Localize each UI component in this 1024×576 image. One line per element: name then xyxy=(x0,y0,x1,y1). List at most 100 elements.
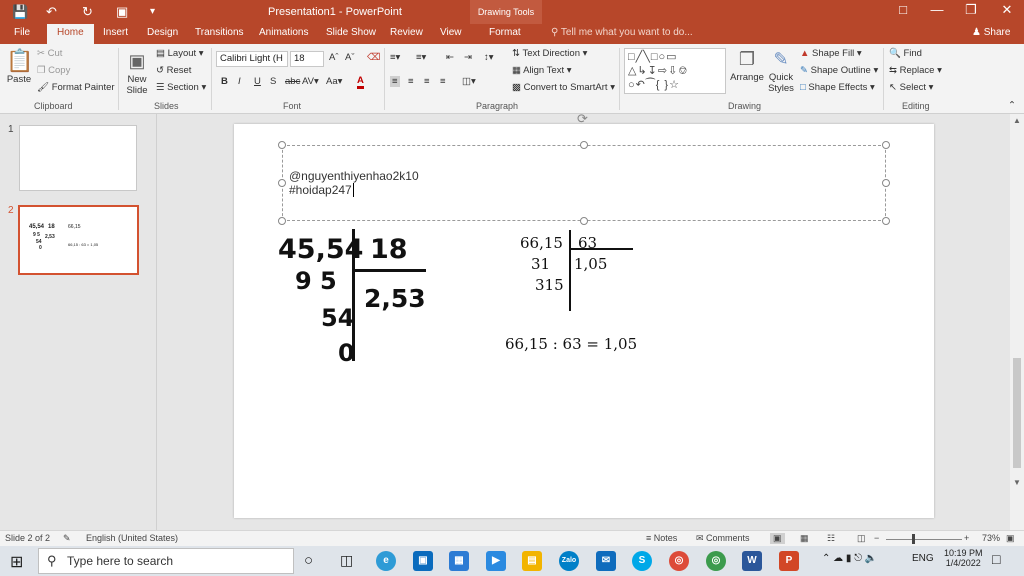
font-name-select[interactable]: Calibri Light (H xyxy=(216,51,288,67)
char-spacing-icon[interactable]: AV▾ xyxy=(302,76,319,87)
slide-thumbnail-1[interactable] xyxy=(19,125,137,191)
text-direction-button[interactable]: ⇅ Text Direction ▾ xyxy=(512,48,587,59)
tab-view[interactable]: View xyxy=(440,27,462,38)
notification-icon[interactable]: □ xyxy=(992,551,1000,567)
mail-icon[interactable]: ✉ xyxy=(596,551,616,571)
input-language[interactable]: ENG xyxy=(912,553,934,564)
tab-transitions[interactable]: Transitions xyxy=(195,27,244,38)
shape-effects-button[interactable]: □ Shape Effects ▾ xyxy=(800,82,875,93)
skype-icon[interactable]: S xyxy=(632,551,652,571)
fit-slide-icon[interactable]: ▣ xyxy=(1006,533,1015,544)
task-view-icon[interactable]: ◫ xyxy=(340,552,353,569)
word-icon[interactable]: W xyxy=(742,551,762,571)
arrange-button[interactable]: ❐ Arrange xyxy=(730,46,764,83)
layout-button[interactable]: ▤ Layout ▾ xyxy=(156,48,204,59)
change-case-icon[interactable]: Aa▾ xyxy=(326,76,342,87)
tray-icons[interactable]: ⌃ ☁ ▮ ⎋ 🔈 xyxy=(822,553,877,564)
zoom-slider[interactable] xyxy=(886,539,962,540)
find-button[interactable]: 🔍 Find xyxy=(889,48,922,59)
align-left-icon[interactable]: ≡ xyxy=(390,76,400,87)
customize-icon[interactable]: ▾ xyxy=(150,3,155,21)
resize-handle[interactable] xyxy=(882,179,890,187)
tab-design[interactable]: Design xyxy=(147,27,178,38)
taskbar-search-box[interactable]: ⚲ Type here to search xyxy=(38,548,294,574)
vertical-scrollbar[interactable]: ▲ ▼ xyxy=(1010,114,1024,530)
zoom-in-icon[interactable]: + xyxy=(964,533,969,543)
zoom-level[interactable]: 73% xyxy=(982,533,1000,543)
cortana-icon[interactable]: ○ xyxy=(304,552,313,569)
scrollbar-thumb[interactable] xyxy=(1013,358,1021,468)
shrink-font-icon[interactable]: Aˇ xyxy=(345,52,355,63)
shadow-button[interactable]: S xyxy=(270,76,276,87)
powerpoint-icon[interactable]: P xyxy=(779,551,799,571)
zoom-app-icon[interactable]: ▶ xyxy=(486,551,506,571)
slide-sorter-icon[interactable]: ▦ xyxy=(800,533,809,544)
file-explorer-icon[interactable]: ▤ xyxy=(522,551,542,571)
tab-format[interactable]: Format xyxy=(489,27,521,38)
tab-animations[interactable]: Animations xyxy=(259,27,308,38)
decrease-indent-icon[interactable]: ⇤ xyxy=(446,52,454,63)
tab-review[interactable]: Review xyxy=(390,27,423,38)
grow-font-icon[interactable]: Aˆ xyxy=(329,52,339,63)
resize-handle[interactable] xyxy=(278,179,286,187)
strikethrough-button[interactable]: abc xyxy=(285,76,300,87)
undo-icon[interactable]: ↶ xyxy=(46,3,57,21)
line-spacing-icon[interactable]: ↕▾ xyxy=(484,52,494,63)
clock[interactable]: 10:19 PM 1/4/2022 xyxy=(944,548,983,568)
slide-thumbnail-2[interactable]: 45,54 18 9 5 2,53 54 0 66,15 66,15 : 63 … xyxy=(18,205,139,275)
tab-insert[interactable]: Insert xyxy=(103,27,128,38)
increase-indent-icon[interactable]: ⇥ xyxy=(464,52,472,63)
resize-handle[interactable] xyxy=(580,141,588,149)
bold-button[interactable]: B xyxy=(221,76,228,87)
minimize-button[interactable]: — xyxy=(922,2,952,17)
ribbon-options-icon[interactable]: □ xyxy=(888,2,918,17)
align-right-icon[interactable]: ≡ xyxy=(424,76,430,87)
chrome-profile-icon[interactable]: ◎ xyxy=(706,551,726,571)
align-text-button[interactable]: ▦ Align Text ▾ xyxy=(512,65,572,76)
slideshow-view-icon[interactable]: ◫ xyxy=(857,533,866,544)
copy-button[interactable]: ❐ Copy xyxy=(37,65,70,76)
rotate-handle-icon[interactable]: ⟳ xyxy=(577,111,588,127)
section-button[interactable]: ☰ Section ▾ xyxy=(156,82,206,93)
chrome-icon[interactable]: ◎ xyxy=(669,551,689,571)
close-button[interactable]: ✕ xyxy=(992,2,1022,18)
zoom-slider-thumb[interactable] xyxy=(912,534,915,544)
cut-button[interactable]: ✂ Cut xyxy=(37,48,62,59)
shape-outline-button[interactable]: ✎ Shape Outline ▾ xyxy=(800,65,878,76)
notes-button[interactable]: ≡ Notes xyxy=(646,533,677,543)
bullets-icon[interactable]: ≡▾ xyxy=(390,52,400,63)
comments-button[interactable]: ✉ Comments xyxy=(696,533,750,544)
shape-fill-button[interactable]: ▲ Shape Fill ▾ xyxy=(800,48,862,59)
resize-handle[interactable] xyxy=(580,217,588,225)
tab-file[interactable]: File xyxy=(14,27,30,38)
columns-icon[interactable]: ◫▾ xyxy=(462,76,476,87)
edge-icon[interactable]: e xyxy=(376,551,396,571)
shapes-gallery[interactable]: □╱╲□○▭ △↳↧⇨⇩⎊ ○↶⁀{ }☆ xyxy=(624,48,726,94)
resize-handle[interactable] xyxy=(278,217,286,225)
underline-button[interactable]: U xyxy=(254,76,261,87)
normal-view-icon[interactable]: ▣ xyxy=(770,533,785,544)
replace-button[interactable]: ⇆ Replace ▾ xyxy=(889,65,942,76)
convert-smartart-button[interactable]: ▩ Convert to SmartArt ▾ xyxy=(512,82,615,93)
resize-handle[interactable] xyxy=(882,141,890,149)
quick-styles-button[interactable]: ✎ Quick Styles xyxy=(766,46,796,94)
select-button[interactable]: ↖ Select ▾ xyxy=(889,82,933,93)
font-color-icon[interactable]: A xyxy=(357,75,364,89)
numbering-icon[interactable]: ≡▾ xyxy=(416,52,426,63)
collapse-ribbon-icon[interactable]: ⌃ xyxy=(1008,100,1016,111)
new-slide-button[interactable]: ▣ New Slide xyxy=(124,48,150,96)
font-size-select[interactable]: 18 xyxy=(290,51,324,67)
zalo-icon[interactable]: Zalo xyxy=(559,551,579,571)
resize-handle[interactable] xyxy=(278,141,286,149)
align-center-icon[interactable]: ≡ xyxy=(408,76,414,87)
scroll-up-icon[interactable]: ▲ xyxy=(1013,116,1021,125)
restore-button[interactable]: ❐ xyxy=(956,2,986,18)
text-box-selected[interactable]: @nguyenthiyenhao2k10 #hoidap247 xyxy=(282,145,886,221)
zoom-out-icon[interactable]: − xyxy=(874,533,879,543)
windows-start-icon[interactable]: ⊞ xyxy=(10,552,23,572)
share-button[interactable]: ♟ Share xyxy=(972,27,1010,38)
tab-home[interactable]: Home xyxy=(47,24,94,44)
present-icon[interactable]: ▣ xyxy=(116,3,128,21)
resize-handle[interactable] xyxy=(882,217,890,225)
reading-view-icon[interactable]: ☷ xyxy=(827,533,835,544)
